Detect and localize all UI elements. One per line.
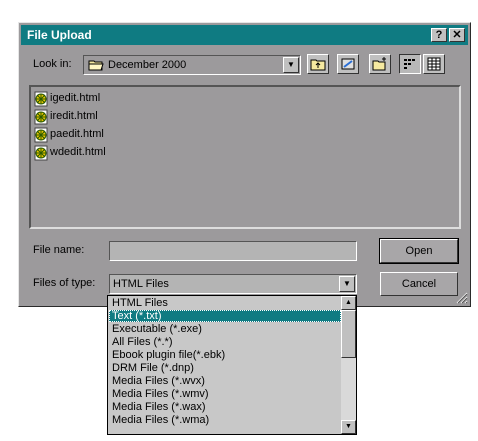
file-name-label: File name:: [33, 244, 85, 256]
dropdown-option[interactable]: Media Files (*.wma): [109, 414, 341, 426]
details-view-button[interactable]: [423, 54, 445, 74]
cancel-button[interactable]: Cancel: [380, 272, 458, 296]
dropdown-option[interactable]: HTML Files: [109, 297, 341, 309]
desktop-icon: [341, 58, 355, 70]
dropdown-option-selected[interactable]: Text (*.txt): [109, 310, 341, 322]
look-in-combo[interactable]: December 2000 ▼: [83, 55, 301, 75]
folder-icon: [88, 60, 104, 71]
look-in-dropdown-arrow[interactable]: ▼: [283, 57, 299, 73]
title-bar[interactable]: File Upload ? ✕: [21, 25, 468, 45]
look-in-label: Look in:: [33, 58, 72, 70]
scroll-up-button[interactable]: ▲: [341, 296, 356, 310]
dropdown-option[interactable]: Ebook plugin file(*.ebk): [109, 349, 341, 361]
file-list[interactable]: igedit.html iredit.html paedit.html wded…: [29, 85, 461, 229]
desktop-button[interactable]: [337, 54, 359, 74]
html-file-icon: [34, 145, 48, 161]
file-name: iredit.html: [50, 110, 98, 122]
open-button[interactable]: Open: [379, 238, 459, 264]
dropdown-option[interactable]: DRM File (*.dnp): [109, 362, 341, 374]
files-of-type-value: HTML Files: [113, 278, 169, 290]
resize-grip-icon[interactable]: [456, 292, 468, 304]
details-view-icon: [427, 57, 441, 71]
html-file-icon: [34, 109, 48, 125]
up-folder-icon: [310, 59, 326, 71]
list-view-icon: [404, 59, 415, 69]
files-of-type-label: Files of type:: [33, 277, 96, 289]
dialog-title: File Upload: [27, 28, 92, 42]
dropdown-option[interactable]: Media Files (*.wmv): [109, 388, 341, 400]
dropdown-option[interactable]: All Files (*.*): [109, 336, 341, 348]
dropdown-option[interactable]: Media Files (*.wvx): [109, 375, 341, 387]
file-name: paedit.html: [50, 128, 104, 140]
help-button[interactable]: ?: [431, 28, 447, 42]
html-file-icon: [34, 91, 48, 107]
file-name: igedit.html: [50, 92, 101, 104]
html-file-icon: [34, 127, 48, 143]
new-folder-icon: [372, 57, 386, 71]
dropdown-option[interactable]: Media Files (*.wax): [109, 401, 341, 413]
close-button[interactable]: ✕: [449, 28, 465, 42]
dropdown-option[interactable]: Executable (*.exe): [109, 323, 341, 335]
file-name: wdedit.html: [50, 146, 106, 158]
file-name-input[interactable]: [109, 241, 357, 261]
create-new-folder-button[interactable]: [369, 54, 391, 74]
list-view-button[interactable]: [399, 54, 421, 74]
scroll-thumb[interactable]: [341, 310, 356, 358]
scroll-down-button[interactable]: ▼: [341, 420, 356, 434]
dropdown-scrollbar[interactable]: ▲ ▼: [341, 296, 356, 434]
file-type-dropdown-list[interactable]: HTML Files Text (*.txt) Executable (*.ex…: [107, 295, 357, 435]
up-one-level-button[interactable]: [307, 54, 329, 74]
files-of-type-dropdown-arrow[interactable]: ▼: [339, 276, 355, 292]
look-in-value: December 2000: [108, 59, 187, 71]
files-of-type-select[interactable]: HTML Files ▼: [109, 274, 357, 294]
file-upload-dialog: File Upload ? ✕ Look in: December 2000 ▼: [18, 22, 471, 307]
